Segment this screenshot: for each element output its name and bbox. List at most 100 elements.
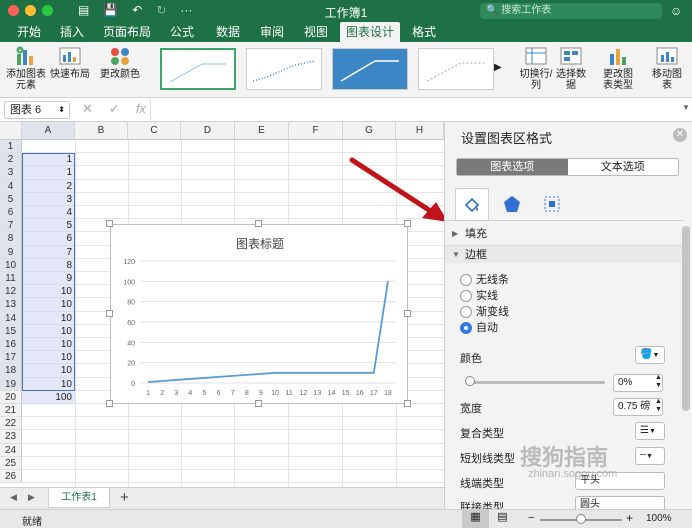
tab-review[interactable]: 审阅 — [252, 22, 292, 42]
transparency-stepper[interactable]: ▲ ▼ — [655, 374, 662, 390]
cell-a[interactable]: 1 — [22, 153, 75, 167]
cell-a[interactable]: 7 — [22, 245, 75, 259]
column-header-h[interactable]: H — [396, 122, 444, 140]
row-header[interactable]: 20 — [0, 390, 22, 404]
chart-style-4[interactable] — [418, 48, 494, 90]
tab-chart-design[interactable]: 图表设计 — [340, 22, 400, 42]
row-header[interactable]: 14 — [0, 311, 22, 325]
transparency-slider[interactable] — [469, 381, 605, 384]
column-header-c[interactable]: C — [128, 122, 181, 140]
compound-type-dropdown[interactable]: ☰▼ — [635, 422, 665, 440]
zoom-slider-thumb[interactable] — [576, 514, 586, 524]
line-chart[interactable]: 图表标题 0 20 40 60 80 100 120 1 2 3 4 5 6 7 8 9 10 11 12 13 14 1… — [110, 224, 408, 404]
row-header[interactable]: 12 — [0, 285, 22, 299]
cell-a[interactable]: 10 — [22, 338, 75, 352]
resize-handle-b[interactable] — [255, 400, 262, 407]
move-chart-button[interactable]: 移动图表 — [652, 46, 682, 91]
row-header[interactable]: 23 — [0, 430, 22, 444]
cell-a[interactable]: 9 — [22, 272, 75, 286]
resize-handle-r[interactable] — [404, 310, 411, 317]
search-sheet-input[interactable]: 🔍 搜索工作表 — [480, 3, 662, 19]
cell-a[interactable]: 5 — [22, 219, 75, 233]
radio-gradient-line[interactable]: 渐变线 — [460, 305, 509, 319]
cell-a[interactable]: 3 — [22, 192, 75, 206]
function-icon[interactable]: fx — [136, 101, 146, 117]
switch-row-col-button[interactable]: 切换行/列 — [518, 46, 554, 91]
select-all-corner[interactable] — [0, 122, 22, 140]
series-line[interactable] — [147, 281, 389, 383]
effects-tab[interactable] — [495, 188, 529, 220]
name-box[interactable]: 图表 6 ⬍ — [4, 101, 70, 119]
cell-a[interactable]: 10 — [22, 377, 75, 391]
row-header[interactable]: 21 — [0, 404, 22, 418]
resize-handle-t[interactable] — [255, 220, 262, 227]
tab-text-options[interactable]: 文本选项 — [568, 159, 679, 175]
width-stepper[interactable]: ▲ ▼ — [655, 398, 662, 414]
size-properties-tab[interactable] — [535, 188, 569, 220]
resize-handle-br[interactable] — [404, 400, 411, 407]
tab-view[interactable]: 视图 — [296, 22, 336, 42]
close-panel-icon[interactable]: ✕ — [673, 128, 687, 142]
row-header[interactable]: 5 — [0, 192, 22, 206]
radio-automatic[interactable]: 自动 — [460, 321, 498, 335]
radio-solid-line[interactable]: 实线 — [460, 289, 498, 303]
cell-a[interactable]: 10 — [22, 285, 75, 299]
row-header[interactable]: 11 — [0, 272, 22, 286]
cell-a[interactable]: 100 — [22, 390, 75, 404]
tab-format[interactable]: 格式 — [404, 22, 444, 42]
cell-a[interactable]: 10 — [22, 311, 75, 325]
row-header[interactable]: 3 — [0, 166, 22, 180]
row-header[interactable]: 8 — [0, 232, 22, 246]
chart-style-3[interactable] — [332, 48, 408, 90]
column-header-d[interactable]: D — [181, 122, 235, 140]
add-chart-element-button[interactable]: + 添加图表元素 — [6, 46, 46, 91]
add-sheet-button[interactable]: + — [120, 489, 129, 506]
tab-page-layout[interactable]: 页面布局 — [98, 22, 156, 42]
column-header-f[interactable]: F — [289, 122, 343, 140]
formula-input[interactable] — [150, 100, 680, 120]
row-header[interactable]: 22 — [0, 417, 22, 431]
chart-style-2[interactable] — [246, 48, 322, 90]
smiley-icon[interactable]: ☺ — [670, 4, 682, 18]
quick-layout-button[interactable]: 快速布局 — [50, 46, 90, 80]
zoom-out-icon[interactable]: − — [528, 512, 534, 524]
row-header[interactable]: 7 — [0, 219, 22, 233]
row-header[interactable]: 13 — [0, 298, 22, 312]
resize-handle-tl[interactable] — [106, 220, 113, 227]
column-header-b[interactable]: B — [75, 122, 128, 140]
row-header[interactable]: 2 — [0, 153, 22, 167]
tab-home[interactable]: 开始 — [8, 22, 50, 42]
panel-scrollbar[interactable] — [682, 226, 690, 411]
change-chart-type-button[interactable]: 更改图表类型 — [600, 46, 636, 91]
row-header[interactable]: 19 — [0, 377, 22, 391]
transparency-slider-thumb[interactable] — [465, 376, 475, 386]
tab-formulas[interactable]: 公式 — [162, 22, 202, 42]
column-header-g[interactable]: G — [343, 122, 396, 140]
cell-a[interactable]: 6 — [22, 232, 75, 246]
cell-a[interactable]: 10 — [22, 298, 75, 312]
resize-handle-l[interactable] — [106, 310, 113, 317]
tab-chart-options[interactable]: 图表选项 — [457, 159, 568, 175]
row-header[interactable]: 1 — [0, 140, 22, 154]
change-color-button[interactable]: 更改颜色 — [98, 46, 142, 80]
expand-formula-icon[interactable]: ▼ — [682, 103, 690, 112]
fill-line-tab[interactable] — [455, 188, 489, 220]
cell-a[interactable]: 10 — [22, 364, 75, 378]
cell-a[interactable]: 4 — [22, 206, 75, 220]
zoom-in-icon[interactable]: + — [626, 511, 633, 525]
row-header[interactable]: 4 — [0, 179, 22, 193]
sheet-tab[interactable]: 工作表1 — [48, 488, 110, 508]
cell-a[interactable]: 2 — [22, 179, 75, 193]
column-header-e[interactable]: E — [235, 122, 289, 140]
row-header[interactable]: 25 — [0, 456, 22, 470]
row-header[interactable]: 16 — [0, 338, 22, 352]
select-data-button[interactable]: 选择数据 — [556, 46, 586, 91]
row-header[interactable]: 24 — [0, 443, 22, 457]
row-header[interactable]: 15 — [0, 324, 22, 338]
cell-a[interactable]: 10 — [22, 324, 75, 338]
page-layout-view-icon[interactable]: ▤ — [489, 510, 516, 528]
prev-sheet-icon[interactable]: ◀ — [10, 492, 17, 503]
border-section-header[interactable]: ▼ 边框 — [445, 245, 683, 263]
row-header[interactable]: 17 — [0, 351, 22, 365]
tab-data[interactable]: 数据 — [208, 22, 248, 42]
